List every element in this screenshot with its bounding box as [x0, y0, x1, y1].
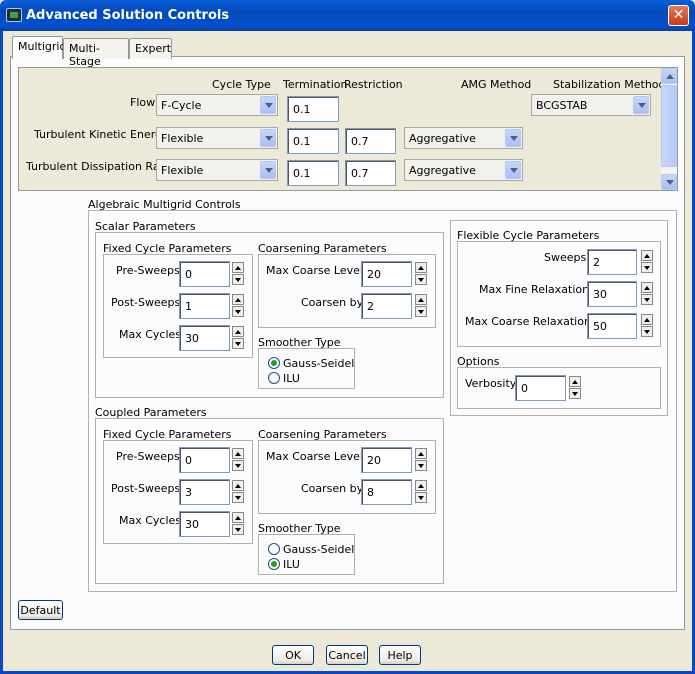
scalar-pre-sweeps-label: Pre-Sweeps [116, 264, 180, 277]
scalar-ilu-label: ILU [283, 372, 300, 385]
tke-restriction-input[interactable]: 0.7 [345, 128, 396, 154]
header-amg-method: AMG Method [461, 78, 532, 91]
tke-cycle-type-select[interactable]: Flexible [156, 127, 278, 149]
header-restriction: Restriction [344, 78, 403, 91]
header-termination: Termination [283, 78, 348, 91]
row-label-flow: Flow [130, 96, 156, 109]
coupled-post-sweeps-label: Post-Sweeps [111, 482, 181, 495]
chevron-down-icon [260, 161, 276, 179]
scalar-post-sweeps-spinner[interactable] [232, 294, 244, 318]
tdr-restriction-input[interactable]: 0.7 [345, 160, 396, 186]
scalar-gauss-seidel-radio[interactable] [268, 357, 280, 369]
help-button[interactable]: Help [379, 645, 421, 665]
verbosity-input[interactable]: 0 [515, 375, 566, 401]
scalar-pre-sweeps-spinner[interactable] [232, 262, 244, 286]
scalar-post-sweeps-label: Post-Sweeps [111, 296, 181, 309]
tdr-amg-method-select[interactable]: Aggregative [404, 159, 523, 181]
tab-multigrid[interactable]: Multigrid [12, 36, 66, 59]
coupled-pre-sweeps-label: Pre-Sweeps [116, 450, 180, 463]
chevron-down-icon [633, 96, 649, 114]
flow-termination-input[interactable]: 0.1 [287, 96, 339, 122]
chevron-down-icon [260, 96, 276, 114]
tab-multi-stage[interactable]: Multi-Stage [63, 38, 129, 68]
coupled-post-sweeps-spinner[interactable] [232, 480, 244, 504]
coupled-coarsen-by-input[interactable]: 8 [361, 479, 412, 505]
tab-expert[interactable]: Expert [129, 38, 172, 59]
ok-button[interactable]: OK [272, 645, 314, 665]
scroll-thumb[interactable] [661, 85, 677, 167]
coupled-ilu-radio[interactable] [268, 558, 280, 570]
max-coarse-relaxations-label: Max Coarse Relaxations [465, 315, 597, 328]
max-fine-relaxations-input[interactable]: 30 [587, 281, 637, 307]
scalar-coarsen-by-label: Coarsen by [301, 296, 364, 309]
scalar-max-coarse-levels-spinner[interactable] [415, 262, 427, 286]
vertical-scrollbar[interactable] [661, 68, 677, 190]
sweeps-label: Sweeps [544, 251, 587, 264]
scalar-max-coarse-levels-label: Max Coarse Levels [266, 264, 369, 277]
header-cycle-type: Cycle Type [212, 78, 271, 91]
scalar-coarsen-by-input[interactable]: 2 [361, 293, 412, 319]
window-title: Advanced Solution Controls [26, 8, 230, 23]
coupled-max-cycles-spinner[interactable] [232, 512, 244, 536]
verbosity-label: Verbosity [465, 377, 517, 390]
max-fine-relaxations-label: Max Fine Relaxations [479, 283, 595, 296]
flow-stabilization-select[interactable]: BCGSTAB [531, 94, 651, 116]
max-fine-relaxations-spinner[interactable] [641, 282, 653, 306]
tdr-termination-input[interactable]: 0.1 [287, 160, 339, 186]
chevron-down-icon [505, 129, 521, 147]
coupled-gauss-seidel-radio[interactable] [268, 543, 280, 555]
close-button[interactable]: ✕ [668, 5, 689, 26]
coupled-post-sweeps-input[interactable]: 3 [179, 479, 230, 505]
coupled-coarsen-by-label: Coarsen by [301, 482, 364, 495]
sweeps-spinner[interactable] [641, 250, 653, 274]
app-icon [6, 8, 22, 22]
coupled-coarsen-by-spinner[interactable] [415, 480, 427, 504]
scalar-max-coarse-levels-input[interactable]: 20 [361, 261, 412, 287]
scroll-up-icon[interactable] [661, 68, 677, 84]
scalar-ilu-radio[interactable] [268, 372, 280, 384]
header-stabilization: Stabilization Method [553, 78, 666, 91]
coupled-pre-sweeps-input[interactable]: 0 [179, 447, 230, 473]
verbosity-spinner[interactable] [569, 376, 581, 400]
coupled-ilu-label: ILU [283, 558, 300, 571]
coupled-max-cycles-input[interactable]: 30 [179, 511, 230, 537]
coupled-max-coarse-levels-spinner[interactable] [415, 448, 427, 472]
row-label-tke: Turbulent Kinetic Energy [34, 128, 169, 141]
chevron-down-icon [260, 129, 276, 147]
max-coarse-relaxations-input[interactable]: 50 [587, 313, 637, 339]
scroll-down-icon[interactable] [661, 174, 677, 190]
coupled-max-coarse-levels-input[interactable]: 20 [361, 447, 412, 473]
row-label-tdr: Turbulent Dissipation Rate [26, 160, 171, 173]
coupled-gauss-seidel-label: Gauss-Seidel [283, 543, 355, 556]
scalar-gauss-seidel-label: Gauss-Seidel [283, 357, 355, 370]
scalar-max-cycles-spinner[interactable] [232, 326, 244, 350]
flow-cycle-type-select[interactable]: F-Cycle [156, 94, 278, 116]
tke-amg-method-select[interactable]: Aggregative [404, 127, 523, 149]
chevron-down-icon [505, 161, 521, 179]
coupled-pre-sweeps-spinner[interactable] [232, 448, 244, 472]
tdr-cycle-type-select[interactable]: Flexible [156, 159, 278, 181]
scalar-post-sweeps-input[interactable]: 1 [179, 293, 230, 319]
scalar-coarsen-by-spinner[interactable] [415, 294, 427, 318]
default-button[interactable]: Default [18, 600, 63, 620]
scalar-pre-sweeps-input[interactable]: 0 [179, 261, 230, 287]
scalar-max-cycles-label: Max Cycles [119, 328, 182, 341]
scalar-max-cycles-input[interactable]: 30 [179, 325, 230, 351]
tke-termination-input[interactable]: 0.1 [287, 128, 339, 154]
coupled-max-coarse-levels-label: Max Coarse Levels [266, 450, 369, 463]
coupled-max-cycles-label: Max Cycles [119, 514, 182, 527]
max-coarse-relaxations-spinner[interactable] [641, 314, 653, 338]
cancel-button[interactable]: Cancel [326, 645, 368, 665]
sweeps-input[interactable]: 2 [587, 249, 637, 275]
